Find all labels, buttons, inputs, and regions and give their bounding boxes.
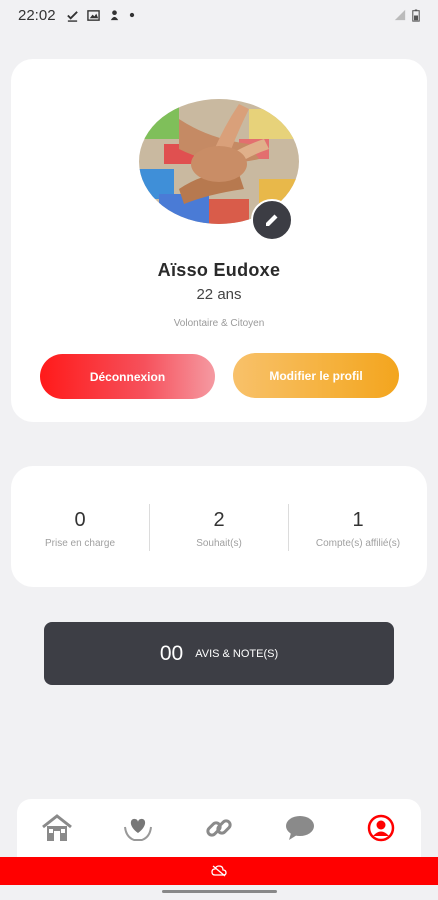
- profile-card: Aïsso Eudoxe 22 ans Volontaire & Citoyen…: [11, 59, 427, 422]
- pencil-icon: [266, 213, 279, 226]
- nav-profile[interactable]: [361, 808, 401, 848]
- dot-icon: [129, 12, 134, 18]
- cloud-off-icon: [211, 865, 227, 877]
- signal-icon: [394, 9, 406, 21]
- chat-icon: [285, 816, 314, 840]
- nav-home[interactable]: [37, 808, 77, 848]
- home-icon: [42, 814, 73, 841]
- avatar-container: [139, 99, 299, 241]
- image-icon: [86, 9, 100, 21]
- stat-souhaits[interactable]: 2 Souhait(s): [150, 466, 288, 587]
- profile-role: Volontaire & Citoyen: [173, 318, 265, 329]
- stat-comptes-affilies[interactable]: 1 Compte(s) affilié(s): [289, 466, 427, 587]
- profile-name: Aïsso Eudoxe: [157, 260, 281, 280]
- stat-prise-en-charge[interactable]: 0 Prise en charge: [11, 466, 149, 587]
- link-icon: [206, 819, 232, 837]
- reviews-button[interactable]: 00 AVIS & NOTE(S): [44, 622, 394, 685]
- profile-icon: [367, 814, 394, 842]
- person-notification-icon: [110, 9, 118, 20]
- nav-messages[interactable]: [280, 808, 320, 848]
- nav-links[interactable]: [199, 808, 239, 848]
- stat-label: Souhait(s): [196, 538, 242, 549]
- reviews-count: 00: [159, 641, 184, 665]
- profile-age: 22 ans: [196, 286, 242, 303]
- stat-value: 2: [213, 509, 225, 531]
- edit-avatar-button[interactable]: [251, 199, 293, 241]
- check-icon: [66, 10, 78, 22]
- stat-label: Prise en charge: [44, 538, 116, 549]
- nav-solidarity[interactable]: [118, 808, 158, 848]
- stat-value: 0: [74, 509, 86, 531]
- heart-hands-icon: [124, 818, 153, 841]
- reviews-label: AVIS & NOTE(S): [195, 647, 279, 660]
- status-time: 22:02: [18, 6, 56, 24]
- battery-icon: [412, 9, 420, 22]
- stat-value: 1: [352, 509, 364, 531]
- edit-profile-button[interactable]: Modifier le profil: [233, 353, 399, 398]
- stat-label: Compte(s) affilié(s): [315, 538, 401, 549]
- bottom-nav: [17, 799, 421, 857]
- status-bar: 22:02: [0, 0, 438, 30]
- connection-status-bar: [0, 857, 438, 885]
- home-indicator[interactable]: [162, 890, 277, 893]
- logout-button[interactable]: Déconnexion: [40, 354, 215, 399]
- stats-card: 0 Prise en charge 2 Souhait(s) 1 Compte(…: [11, 466, 427, 587]
